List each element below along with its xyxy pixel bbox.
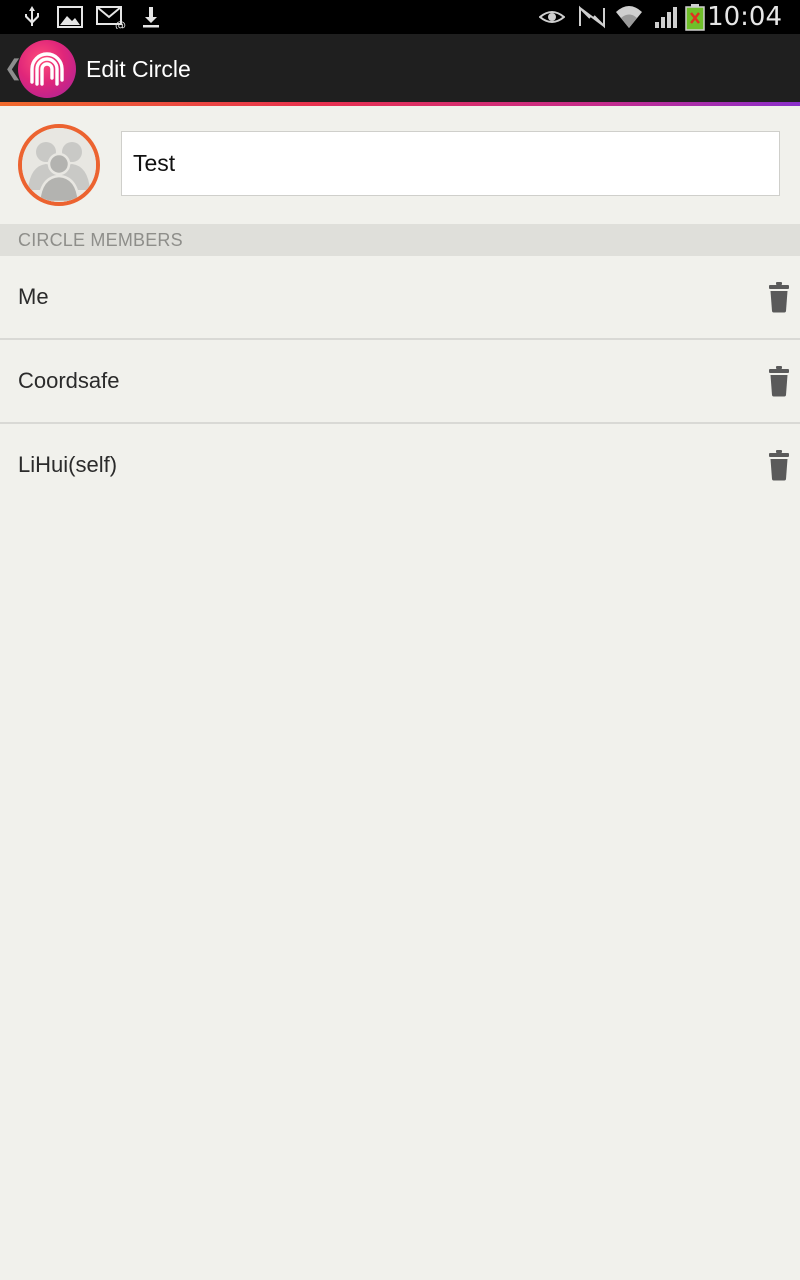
member-row[interactable]: Coordsafe [0,340,800,424]
page-title: Edit Circle [86,56,191,82]
image-icon [56,0,84,34]
circle-avatar[interactable] [18,124,100,206]
trash-icon[interactable] [768,449,790,481]
eye-icon [538,0,566,34]
battery-icon [684,0,706,34]
circle-name-input[interactable]: Test [121,131,780,196]
nfc-icon [576,0,608,34]
svg-text:@: @ [115,19,126,29]
member-name: Coordsafe [18,368,120,393]
email-icon: @ [96,0,126,34]
member-row[interactable]: LiHui(self) [0,424,800,508]
action-bar: ❮ Edit Circle [0,34,800,102]
download-icon [140,0,162,34]
trash-icon[interactable] [768,281,790,313]
group-avatar-icon [22,128,96,202]
member-row[interactable]: Me [0,256,800,340]
member-name: Me [18,284,49,309]
status-bar: @ 10:04 [0,0,800,34]
member-name: LiHui(self) [18,452,118,477]
status-time: 10:04 [707,2,782,32]
section-header-circle-members: CIRCLE MEMBERS [0,224,800,256]
action-bar-accent-stripe [0,102,800,106]
usb-icon [20,0,44,34]
wifi-icon [614,0,644,34]
signal-icon [652,0,680,34]
life360-logo-icon[interactable] [18,40,76,98]
trash-icon[interactable] [768,365,790,397]
